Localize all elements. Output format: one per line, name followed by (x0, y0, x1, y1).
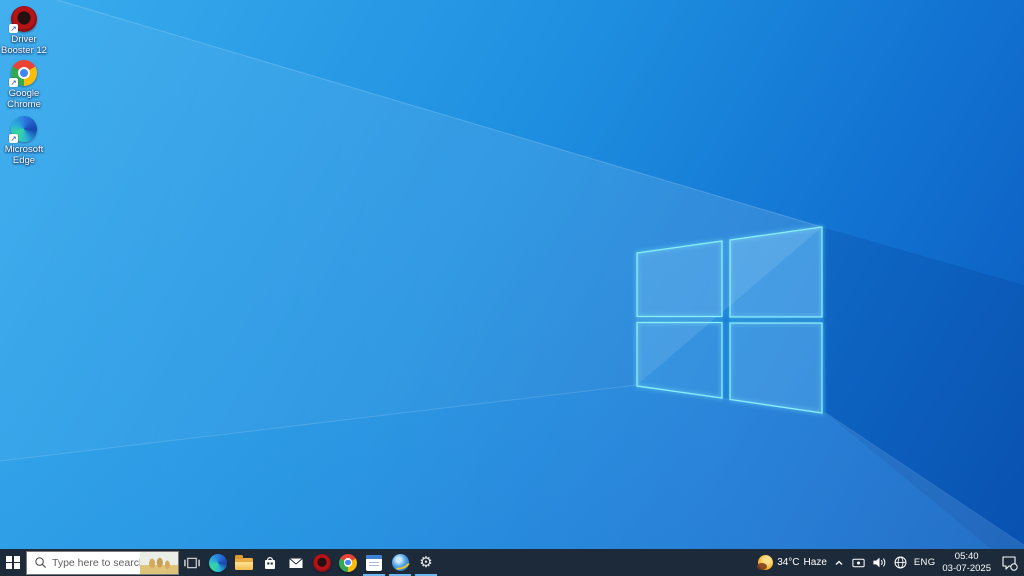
system-tray: 34°C Haze (755, 549, 1024, 576)
clock[interactable]: 05:40 03-07-2025 (938, 549, 995, 576)
desktop-icon-label: Microsoft Edge (0, 145, 48, 166)
task-view-icon (184, 555, 200, 571)
taskbar-edge[interactable] (205, 549, 231, 576)
network-globe-icon (893, 555, 908, 570)
mail-icon (288, 555, 304, 571)
language-label: ENG (914, 557, 936, 568)
weather-temperature: 34°C (777, 557, 799, 568)
store-icon (262, 555, 278, 571)
chrome-icon (339, 554, 357, 572)
volume-button[interactable] (869, 549, 890, 576)
windows-desktop: ↗ Driver Booster 12 ↗ Google Chrome ↗ Mi… (0, 0, 1024, 576)
taskbar-chrome[interactable] (335, 549, 361, 576)
taskbar: ⚙ 34°C Haze (0, 549, 1024, 576)
speaker-icon (872, 555, 887, 570)
taskbar-web-tool-app[interactable] (387, 549, 413, 576)
taskbar-search[interactable] (26, 551, 179, 575)
shortcut-arrow-icon: ↗ (9, 134, 18, 143)
time-label: 05:40 (955, 551, 979, 562)
windows-start-icon (6, 556, 20, 570)
taskbar-driver-booster[interactable] (309, 549, 335, 576)
taskbar-file-explorer[interactable] (231, 549, 257, 576)
desktop-icon-microsoft-edge[interactable]: ↗ Microsoft Edge (0, 116, 48, 166)
document-app-icon (366, 555, 382, 571)
show-hidden-icons-button[interactable] (830, 549, 848, 576)
meet-now-button[interactable] (848, 549, 869, 576)
taskbar-settings[interactable]: ⚙ (413, 549, 439, 576)
language-indicator[interactable]: ENG (911, 549, 939, 576)
meet-now-icon (851, 555, 866, 570)
taskbar-mail[interactable] (283, 549, 309, 576)
date-label: 03-07-2025 (942, 563, 991, 574)
driver-booster-icon (313, 554, 331, 572)
network-button[interactable] (890, 549, 911, 576)
edge-icon: ↗ (11, 116, 37, 142)
file-explorer-icon (235, 558, 253, 570)
weather-haze-icon (758, 555, 773, 570)
weather-condition: Haze (804, 557, 827, 568)
weather-widget[interactable]: 34°C Haze (755, 549, 830, 576)
desktop-icon-google-chrome[interactable]: ↗ Google Chrome (0, 60, 48, 110)
chevron-up-icon (833, 557, 845, 569)
task-view-button[interactable] (179, 549, 205, 576)
notification-bubble-icon (1001, 554, 1018, 571)
taskbar-document-app[interactable] (361, 549, 387, 576)
desktop-icon-driver-booster[interactable]: ↗ Driver Booster 12 (0, 6, 48, 56)
search-input[interactable] (52, 557, 140, 569)
gear-icon: ⚙ (419, 555, 432, 570)
desktop-icon-label: Google Chrome (0, 89, 48, 110)
start-button[interactable] (0, 549, 26, 576)
chrome-icon: ↗ (11, 60, 37, 86)
search-icon (34, 556, 47, 569)
shortcut-arrow-icon: ↗ (9, 78, 18, 87)
action-center-button[interactable] (995, 549, 1023, 576)
desktop-background[interactable] (0, 0, 1024, 576)
search-highlight-image[interactable] (140, 552, 178, 574)
desktop-icon-label: Driver Booster 12 (0, 35, 48, 56)
edge-icon (209, 554, 227, 572)
driver-booster-icon: ↗ (11, 6, 37, 32)
taskbar-microsoft-store[interactable] (257, 549, 283, 576)
globe-swoosh-icon (392, 554, 409, 571)
shortcut-arrow-icon: ↗ (9, 24, 18, 33)
